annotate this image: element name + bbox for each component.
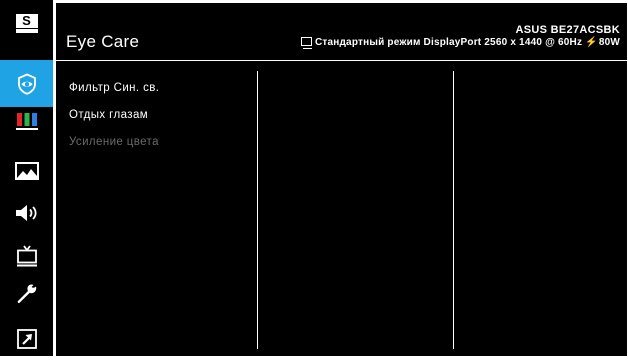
menu-item-rest-reminder[interactable]: Отдых глазам (69, 109, 148, 121)
sidebar-item-system-setup[interactable] (0, 270, 53, 317)
sidebar-item-color[interactable] (0, 97, 53, 144)
speaker-icon (15, 204, 37, 221)
color-bars-icon (15, 112, 38, 130)
power-text: 80W (598, 37, 620, 48)
sidebar-item-sound[interactable] (0, 189, 53, 236)
monitor-icon (300, 37, 312, 49)
shortcut-arrow-icon (16, 328, 37, 349)
status-text: Стандартный режим DisplayPort 2560 x 144… (314, 37, 583, 48)
image-icon (14, 161, 39, 180)
sidebar-item-splendid[interactable]: S (0, 0, 53, 47)
wrench-icon (17, 284, 36, 303)
eye-care-icon (17, 73, 36, 95)
menu-item-color-intensity: Усиление цвета (69, 136, 159, 148)
model-name: ASUS BE27ACSBK (515, 24, 620, 36)
sidebar-item-image[interactable] (0, 147, 53, 194)
menu-item-blue-light-filter[interactable]: Фильтр Син. св. (69, 82, 159, 94)
column-divider (453, 71, 454, 349)
main-panel: Eye Care ASUS BE27ACSBK Стандартный режи… (56, 3, 627, 356)
splendid-s-icon: S (15, 13, 38, 33)
column-divider (257, 71, 258, 349)
panel-header: Eye Care ASUS BE27ACSBK Стандартный режи… (56, 3, 627, 61)
sidebar: S (0, 0, 53, 356)
page-title: Eye Care (66, 32, 140, 51)
sidebar-item-shortcut[interactable] (0, 315, 53, 362)
input-select-icon (16, 244, 37, 266)
power-bolt-icon: ⚡ (585, 37, 598, 48)
status-line: Стандартный режим DisplayPort 2560 x 144… (300, 37, 620, 49)
splendid-s-label: S (22, 13, 31, 28)
osd-window: S Eye Care ASUS BE27ACSBK Стандартный ре… (0, 0, 628, 356)
